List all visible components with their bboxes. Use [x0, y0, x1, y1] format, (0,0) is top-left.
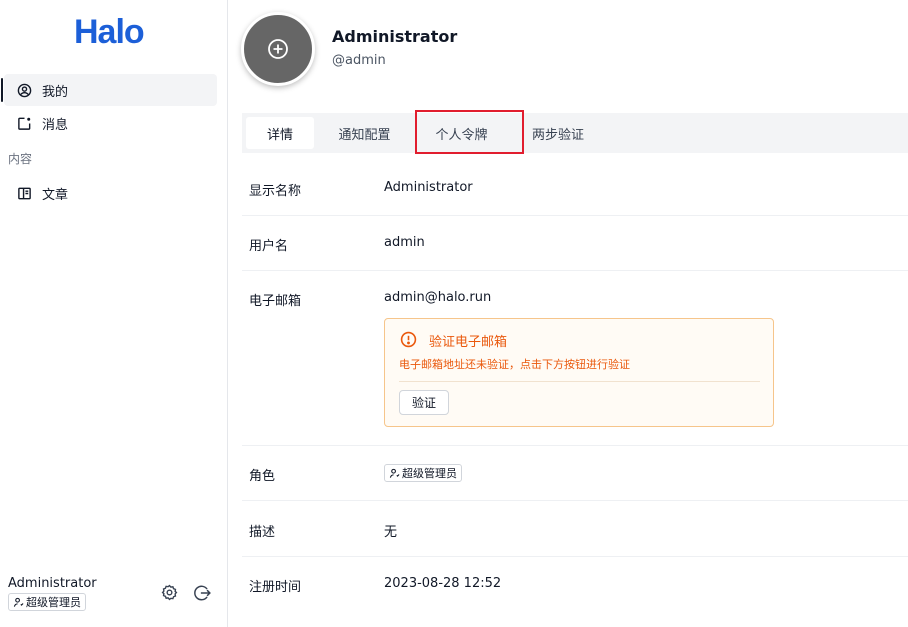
profile-name: Administrator — [332, 27, 458, 46]
detail-row-display-name: 显示名称 Administrator — [242, 160, 908, 216]
detail-row-role: 角色 — [242, 446, 908, 501]
logout-icon[interactable] — [193, 584, 211, 602]
logo-text: Halo — [74, 13, 145, 51]
avatar[interactable] — [241, 12, 315, 86]
footer-user-name: Administrator — [8, 576, 97, 591]
halo-logo[interactable]: Halo — [74, 12, 154, 52]
sidebar-item-label: 文章 — [42, 187, 69, 203]
footer-role-badge: 超级管理员 — [8, 593, 86, 611]
user-role-icon — [389, 468, 400, 478]
warning-icon — [400, 331, 418, 349]
user-role-icon — [13, 597, 24, 607]
detail-value: admin@halo.run — [384, 290, 492, 305]
detail-value: 2023-08-28 12:52 — [384, 576, 502, 591]
detail-label: 描述 — [249, 525, 276, 540]
tab-details[interactable]: 详情 — [246, 117, 314, 149]
sidebar-user-footer: Administrator 超级管理员 — [0, 571, 228, 627]
sidebar-section-content: 内容 — [8, 152, 33, 166]
footer-role-text: 超级管理员 — [26, 596, 81, 609]
alert-divider — [399, 381, 760, 382]
tab-notification-settings[interactable]: 通知配置 — [324, 117, 405, 149]
role-badge[interactable]: 超级管理员 — [384, 464, 462, 482]
alert-title: 验证电子邮箱 — [429, 335, 508, 350]
detail-value: 无 — [384, 525, 398, 540]
detail-label: 电子邮箱 — [249, 294, 302, 309]
settings-gear-icon[interactable] — [161, 584, 179, 602]
sidebar-item-label: 消息 — [42, 117, 69, 133]
alert-description: 电子邮箱地址还未验证，点击下方按钮进行验证 — [399, 358, 630, 371]
detail-row-username: 用户名 admin — [242, 216, 908, 271]
tab-two-factor[interactable]: 两步验证 — [522, 117, 594, 149]
notification-icon — [16, 115, 32, 131]
book-icon — [16, 185, 32, 201]
detail-row-registered: 注册时间 2023-08-28 12:52 — [242, 557, 908, 612]
active-indicator — [1, 78, 3, 102]
detail-value: admin — [384, 235, 425, 250]
sidebar-item-posts[interactable]: 文章 — [4, 177, 217, 209]
detail-value: Administrator — [384, 180, 473, 195]
detail-label: 显示名称 — [249, 184, 302, 199]
verify-button[interactable]: 验证 — [399, 390, 450, 415]
user-circle-icon — [16, 82, 32, 98]
email-verify-alert: 验证电子邮箱 电子邮箱地址还未验证，点击下方按钮进行验证 验证 — [384, 318, 774, 427]
profile-tabs: 详情 通知配置 个人令牌 两步验证 — [242, 113, 908, 153]
detail-label: 用户名 — [249, 239, 289, 254]
add-avatar-icon — [268, 39, 288, 59]
detail-label: 注册时间 — [249, 580, 302, 595]
sidebar-item-label: 我的 — [42, 84, 69, 100]
sidebar-item-profile[interactable]: 我的 — [1, 74, 217, 106]
detail-row-description: 描述 无 — [242, 501, 908, 557]
profile-handle: @admin — [332, 53, 386, 68]
tab-personal-tokens[interactable]: 个人令牌 — [417, 117, 506, 149]
detail-label: 角色 — [249, 469, 276, 484]
sidebar: Halo 我的 消息 内容 文章 Administrator 超级管理员 — [0, 0, 228, 627]
sidebar-item-messages[interactable]: 消息 — [4, 107, 217, 139]
role-badge-text: 超级管理员 — [402, 467, 457, 480]
